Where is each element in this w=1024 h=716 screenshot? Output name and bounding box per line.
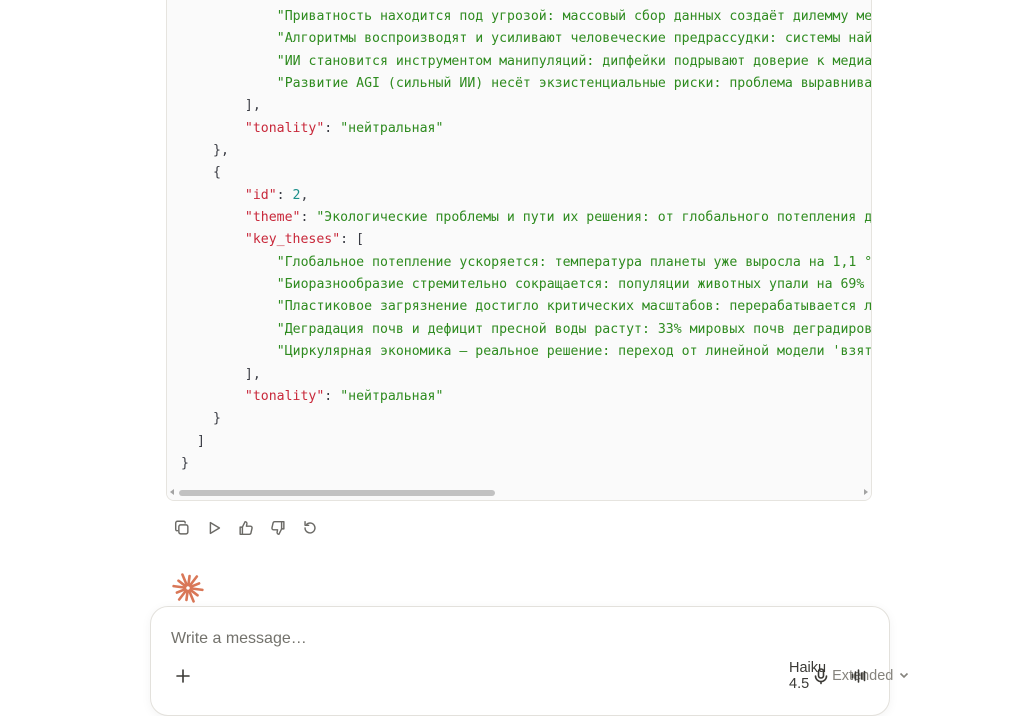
add-attachment-button[interactable]: [171, 664, 195, 688]
code-token: {: [213, 165, 221, 181]
code-token: "id": [244, 187, 277, 203]
code-line: ],: [167, 95, 871, 117]
message-composer: Haiku 4.5 Extended: [150, 606, 909, 716]
code-token: : [: [340, 232, 364, 248]
code-line: },: [167, 140, 871, 162]
thumbs-down-button[interactable]: [266, 515, 290, 541]
code-token: "theme": [244, 210, 301, 226]
code-line: "ИИ становится инструментом манипуляций:…: [167, 51, 871, 73]
horizontal-scrollbar[interactable]: [167, 486, 871, 500]
code-line: "Циркулярная экономика — реальное решени…: [167, 341, 871, 363]
code-line: "Приватность находится под угрозой: масс…: [167, 6, 871, 28]
code-line: ]: [167, 431, 871, 453]
play-icon: [209, 521, 221, 535]
code-line: "tonality": "нейтральная": [167, 386, 871, 408]
code-line: "Деградация почв и дефицит пресной воды …: [167, 319, 871, 341]
scroll-left-icon[interactable]: [170, 489, 174, 495]
microphone-icon: [814, 668, 828, 685]
code-token: ,: [300, 187, 309, 203]
code-line: "id": 2,: [167, 185, 871, 207]
code-line: "Алгоритмы воспроизводят и усиливают чел…: [167, 28, 871, 50]
message-input[interactable]: [171, 627, 851, 651]
code-block: "Приватность находится под угрозой: масс…: [166, 0, 872, 501]
code-line: "Глобальное потепление ускоряется: темпе…: [167, 252, 871, 274]
retry-button[interactable]: [298, 515, 322, 541]
code-line: "theme": "Экологические проблемы и пути …: [167, 207, 871, 229]
code-token: "Приватность находится под угрозой: масс…: [276, 9, 871, 24]
spark-ray: [185, 589, 189, 602]
dictation-button[interactable]: [808, 663, 834, 689]
claude-spark-icon: [172, 573, 204, 603]
thumbs-down-icon: [271, 520, 285, 536]
code-token: }: [181, 455, 189, 471]
code-token: "нейтральная": [340, 120, 444, 136]
code-token: "Развитие AGI (сильный ИИ) несёт экзисте…: [276, 76, 871, 92]
read-aloud-button[interactable]: [202, 515, 226, 541]
code-token: "Пластиковое загрязнение достигло критич…: [276, 299, 871, 315]
retry-icon: [304, 520, 316, 534]
code-token: "Глобальное потепление ускоряется: темпе…: [276, 254, 871, 270]
code-token: ]: [197, 433, 205, 449]
code-token: :: [276, 187, 293, 203]
code-line: }: [167, 453, 871, 475]
copy-icon: [174, 520, 189, 535]
code-token: ],: [229, 98, 261, 114]
plus-icon: [176, 669, 190, 683]
copy-button[interactable]: [170, 515, 194, 541]
code-token: "Деградация почв и дефицит пресной воды …: [276, 321, 871, 337]
code-token: },: [213, 143, 229, 159]
message-actions: [170, 515, 322, 541]
code-line: "Пластиковое загрязнение достигло критич…: [167, 296, 871, 318]
scroll-right-icon[interactable]: [864, 489, 868, 495]
code-token: "ИИ становится инструментом манипуляций:…: [276, 53, 871, 69]
code-token: :: [324, 388, 341, 404]
code-line: {: [167, 162, 871, 184]
code-token: "tonality": [244, 388, 325, 404]
code-line: }: [167, 408, 871, 430]
code-token: "tonality": [244, 120, 325, 136]
code-token: :: [324, 120, 341, 136]
code-line: "Развитие AGI (сильный ИИ) несёт экзисте…: [167, 73, 871, 95]
code-token: "нейтральная": [340, 388, 444, 404]
code-token: "Экологические проблемы и пути их решени…: [316, 210, 871, 226]
code-token: }: [213, 411, 221, 427]
thumbs-up-button[interactable]: [234, 515, 258, 541]
code-token: :: [300, 210, 317, 226]
code-token: ],: [229, 366, 261, 382]
code-line: "tonality": "нейтральная": [167, 118, 871, 140]
spark-ray: [187, 574, 191, 587]
code-line: "Биоразнообразие стремительно сокращаетс…: [167, 274, 871, 296]
code-token: "Биоразнообразие стремительно сокращаетс…: [276, 277, 865, 293]
code-line: "key_theses": [: [167, 229, 871, 251]
thumbs-up-icon: [239, 520, 253, 536]
code-token: 2: [292, 187, 301, 203]
code-line: ],: [167, 364, 871, 386]
code-token: "Алгоритмы воспроизводят и усиливают чел…: [276, 31, 871, 47]
scrollbar-thumb[interactable]: [179, 490, 495, 496]
code-token: "Циркулярная экономика — реальное решени…: [276, 344, 871, 360]
code-content: "Приватность находится под угрозой: масс…: [167, 0, 871, 486]
code-token: "key_theses": [244, 232, 341, 248]
voice-mode-button[interactable]: [846, 663, 872, 689]
chevron-down-icon: [899, 668, 909, 684]
voice-waveform-icon: [851, 669, 866, 683]
spark-ray: [189, 587, 204, 592]
spark-ray: [172, 584, 187, 589]
